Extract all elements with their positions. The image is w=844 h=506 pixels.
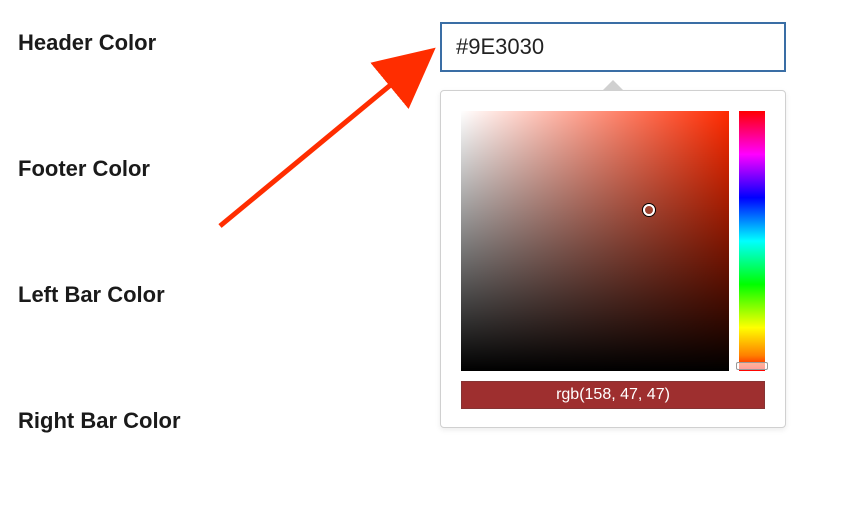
current-color-swatch: rgb(158, 47, 47) — [461, 381, 765, 409]
right-bar-color-label: Right Bar Color — [18, 408, 418, 434]
header-color-input[interactable] — [440, 22, 786, 72]
header-color-label: Header Color — [18, 30, 418, 56]
color-picker-popover: rgb(158, 47, 47) — [440, 90, 786, 428]
left-bar-color-label: Left Bar Color — [18, 282, 418, 308]
footer-color-label: Footer Color — [18, 156, 418, 182]
hue-slider[interactable] — [739, 111, 765, 371]
annotation-arrow-icon — [210, 46, 450, 236]
saturation-value-panel[interactable] — [461, 111, 729, 371]
current-color-text: rgb(158, 47, 47) — [556, 386, 670, 404]
popover-caret-icon — [603, 81, 623, 91]
hue-slider-handle[interactable] — [736, 362, 768, 370]
